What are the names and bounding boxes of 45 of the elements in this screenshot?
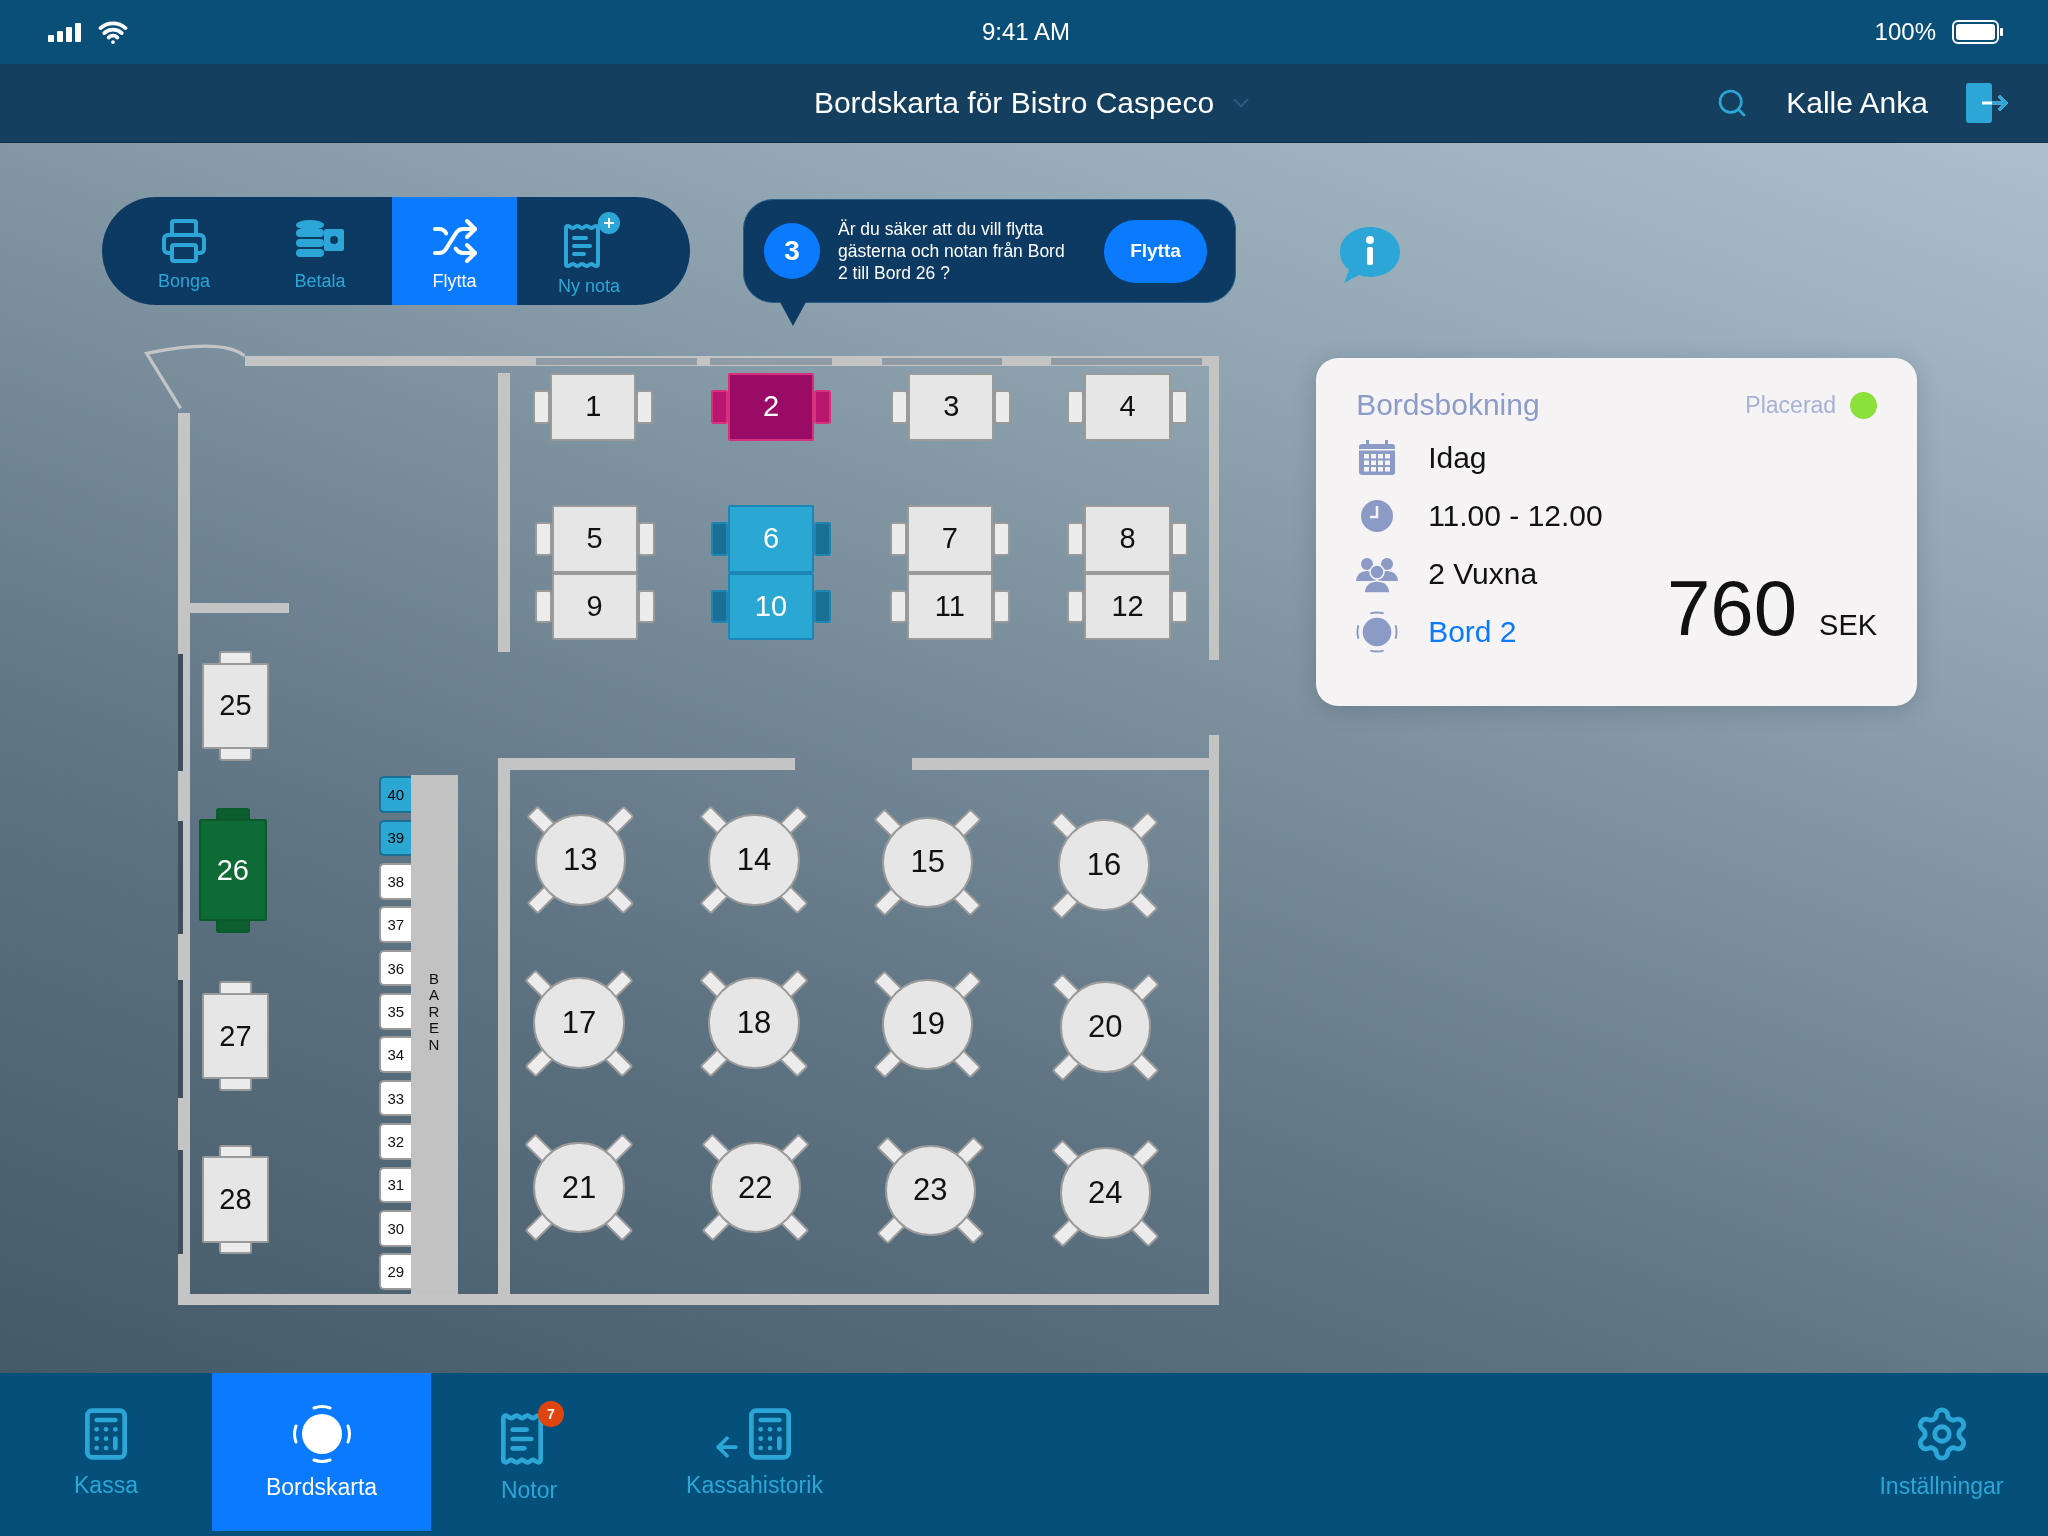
booking-detail: 11.00 - 12.00 [1428, 499, 1603, 533]
card-title: Bordsbokning [1356, 388, 1540, 422]
round-table-icon [1356, 610, 1399, 654]
step-badge: 3 [764, 223, 820, 279]
toolbar-button[interactable]: Bonga [120, 197, 248, 305]
signal-icon [48, 22, 82, 42]
bar-seat[interactable]: 33 [379, 1079, 411, 1117]
battery-icon [1952, 20, 2004, 44]
bar-seat[interactable]: 39 [379, 819, 411, 857]
currency: SEK [1819, 609, 1878, 642]
booking-detail: Idag [1428, 441, 1487, 475]
clock-icon [1360, 499, 1395, 533]
shuffle-icon [430, 216, 479, 265]
toolbar-button[interactable]: Betala [256, 197, 384, 305]
notification-badge: 7 [538, 1400, 564, 1427]
bar-seat[interactable]: 38 [379, 863, 411, 900]
bar-seat[interactable]: 31 [379, 1166, 411, 1204]
user-name[interactable]: Kalle Anka [1786, 86, 1928, 120]
amount: 760 [1666, 563, 1798, 654]
bar-seat[interactable]: 40 [379, 776, 411, 813]
tab-bar-item[interactable]: Bordskarta [212, 1373, 431, 1531]
bar-seat[interactable]: 36 [379, 949, 411, 987]
confirm-message: Är du säker att du vill flytta gästerna och notan från Bord 2 till Bord 26 ? [838, 218, 1066, 284]
info-icon[interactable] [1338, 225, 1402, 285]
table-link[interactable]: Bord 2 [1428, 615, 1517, 649]
bar-seat[interactable]: 35 [379, 993, 411, 1030]
battery-percentage: 100% [1874, 18, 1936, 46]
tab-bar-item[interactable]: 7 Notor [431, 1373, 627, 1531]
booking-detail: 2 Vuxna [1428, 557, 1538, 591]
bar-seat[interactable]: 37 [379, 906, 411, 943]
page-title: Bordskarta för Bistro Caspeco [813, 86, 1215, 120]
toolbar-button[interactable]: Flytta [392, 197, 517, 305]
bar-seat[interactable]: 32 [379, 1123, 411, 1160]
toolbar-button[interactable]: Ny nota [525, 197, 653, 305]
bar-seat[interactable]: 29 [379, 1253, 411, 1290]
bar-seat[interactable]: 34 [379, 1036, 411, 1074]
status-time: 9:41 AM [981, 18, 1071, 46]
people-icon [1356, 555, 1399, 593]
calendar-icon [1358, 440, 1397, 476]
printer-icon [160, 216, 208, 265]
confirm-button[interactable]: Flytta [1104, 219, 1207, 283]
bar-seat[interactable]: 30 [379, 1209, 411, 1247]
booking-status: Placerad [1745, 391, 1837, 419]
logout-icon[interactable] [1966, 83, 2010, 123]
bar-label: BAREN [427, 970, 441, 1055]
